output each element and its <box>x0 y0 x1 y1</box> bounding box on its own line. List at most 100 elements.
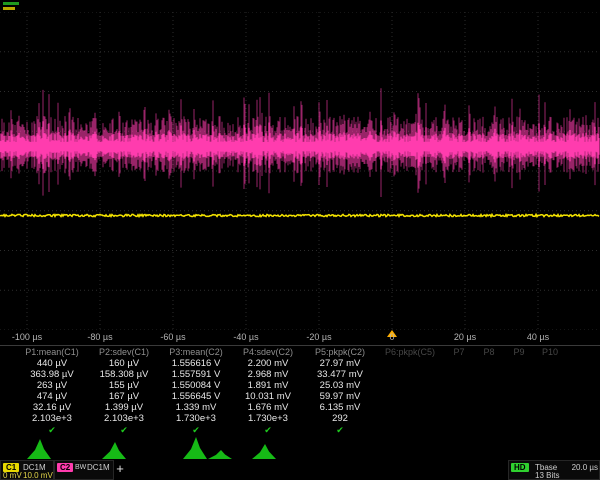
time-axis-label: -40 µs <box>233 332 258 342</box>
waveform-svg <box>0 12 600 330</box>
meas-value <box>444 358 474 369</box>
meas-value <box>474 369 504 380</box>
channel-c1-descriptor[interactable]: C1 DC1M 0 mV 10.0 mV <box>0 460 54 480</box>
meas-column-header[interactable]: P8 <box>474 346 504 358</box>
time-axis: -100 µs-80 µs-60 µs-40 µs-20 µs020 µs40 … <box>0 331 600 344</box>
meas-value: 158.308 µV <box>88 369 160 380</box>
meas-value: 160 µV <box>88 358 160 369</box>
meas-value <box>504 358 534 369</box>
meas-value <box>474 391 504 402</box>
meas-value: 263 µV <box>16 380 88 391</box>
meas-value <box>376 402 444 413</box>
meas-value <box>504 391 534 402</box>
meas-value: 292 <box>304 413 376 424</box>
meas-value-row: 363.98 µV158.308 µV1.557591 V2.968 mV33.… <box>0 369 600 380</box>
meas-value-row: 474 µV167 µV1.556645 V10.031 mV59.97 mV <box>0 391 600 402</box>
meas-value <box>376 369 444 380</box>
meas-value: 155 µV <box>88 380 160 391</box>
time-axis-label: 40 µs <box>527 332 549 342</box>
timebase-scale: 20.0 µs <box>572 464 598 472</box>
meas-value: 1.730e+3 <box>232 413 304 424</box>
meas-value: 1.550084 V <box>160 380 232 391</box>
meas-value <box>474 402 504 413</box>
meas-value <box>444 369 474 380</box>
c1-offset-label: 0 mV <box>3 472 22 480</box>
hd-badge: HD <box>511 463 529 472</box>
c2-coupling-label: DC1M <box>87 464 110 472</box>
timebase-descriptor[interactable]: HD Tbase 20.0 µs 13 Bits <box>508 460 600 480</box>
meas-value <box>504 369 534 380</box>
meas-value-row: 440 µV160 µV1.556616 V2.200 mV27.97 mV <box>0 358 600 369</box>
meas-column-header[interactable]: P10 <box>534 346 566 358</box>
meas-table: P1:mean(C1)P2:sdev(C1)P3:mean(C2)P4:sdev… <box>0 345 600 436</box>
waveform-display[interactable] <box>0 12 600 330</box>
meas-column-header[interactable]: P7 <box>444 346 474 358</box>
meas-column-header[interactable]: P3:mean(C2) <box>160 346 232 358</box>
meas-value <box>534 391 566 402</box>
meas-value-row: 2.103e+32.103e+31.730e+31.730e+3292 <box>0 413 600 424</box>
meas-value: 1.557591 V <box>160 369 232 380</box>
meas-value: 474 µV <box>16 391 88 402</box>
meas-value <box>376 358 444 369</box>
meas-value: 2.103e+3 <box>16 413 88 424</box>
meas-value <box>444 391 474 402</box>
meas-value <box>474 358 504 369</box>
measurement-histicons[interactable] <box>0 434 600 460</box>
meas-value-row: 32.16 µV1.399 µV1.339 mV1.676 mV6.135 mV <box>0 402 600 413</box>
meas-value <box>534 358 566 369</box>
meas-value: 1.676 mV <box>232 402 304 413</box>
meas-column-header[interactable]: P6:pkpk(C5) <box>376 346 444 358</box>
meas-value <box>504 380 534 391</box>
meas-value: 1.730e+3 <box>160 413 232 424</box>
meas-value: 1.891 mV <box>232 380 304 391</box>
meas-value: 2.968 mV <box>232 369 304 380</box>
time-axis-label: -80 µs <box>87 332 112 342</box>
channel-c2-descriptor[interactable]: C2 BW DC1M <box>54 460 114 480</box>
logo-mark-green <box>3 2 19 5</box>
meas-header-row: P1:mean(C1)P2:sdev(C1)P3:mean(C2)P4:sdev… <box>0 346 600 358</box>
meas-value <box>376 391 444 402</box>
meas-column-header[interactable]: P4:sdev(C2) <box>232 346 304 358</box>
meas-value: 25.03 mV <box>304 380 376 391</box>
meas-value: 59.97 mV <box>304 391 376 402</box>
meas-rows: 440 µV160 µV1.556616 V2.200 mV27.97 mV36… <box>0 358 600 424</box>
oscilloscope-screen: -100 µs-80 µs-60 µs-40 µs-20 µs020 µs40 … <box>0 0 600 480</box>
timebase-resolution: 13 Bits <box>535 472 559 480</box>
meas-value <box>504 413 534 424</box>
meas-value <box>534 402 566 413</box>
time-axis-label: -20 µs <box>306 332 331 342</box>
histicon-svg <box>0 434 600 460</box>
meas-value: 440 µV <box>16 358 88 369</box>
bottom-bar: C1 DC1M 0 mV 10.0 mV C2 BW DC1M + HD Tba… <box>0 460 600 480</box>
meas-column-header[interactable]: P2:sdev(C1) <box>88 346 160 358</box>
meas-column-header[interactable]: P9 <box>504 346 534 358</box>
meas-value <box>444 413 474 424</box>
logo-mark-yellow <box>3 7 15 10</box>
meas-value-row: 263 µV155 µV1.550084 V1.891 mV25.03 mV <box>0 380 600 391</box>
time-axis-label: -60 µs <box>160 332 185 342</box>
meas-column-header[interactable]: P5:pkpk(C2) <box>304 346 376 358</box>
meas-value <box>534 413 566 424</box>
meas-value: 1.339 mV <box>160 402 232 413</box>
meas-value <box>474 413 504 424</box>
meas-value <box>376 380 444 391</box>
meas-value: 167 µV <box>88 391 160 402</box>
meas-value: 27.97 mV <box>304 358 376 369</box>
meas-value <box>474 380 504 391</box>
meas-value <box>376 413 444 424</box>
time-axis-label: 20 µs <box>454 332 476 342</box>
meas-value <box>444 402 474 413</box>
meas-value <box>504 402 534 413</box>
meas-value <box>444 380 474 391</box>
c1-scale-label: 10.0 mV <box>23 472 53 480</box>
c2-bandwidth-label: BW <box>75 464 86 472</box>
meas-value: 10.031 mV <box>232 391 304 402</box>
c2-badge[interactable]: C2 <box>57 463 73 472</box>
meas-value: 2.200 mV <box>232 358 304 369</box>
meas-value: 33.477 mV <box>304 369 376 380</box>
meas-value <box>534 369 566 380</box>
meas-value: 363.98 µV <box>16 369 88 380</box>
add-trace-button[interactable]: + <box>110 461 130 477</box>
meas-column-header[interactable]: P1:mean(C1) <box>16 346 88 358</box>
time-axis-label: -100 µs <box>12 332 42 342</box>
